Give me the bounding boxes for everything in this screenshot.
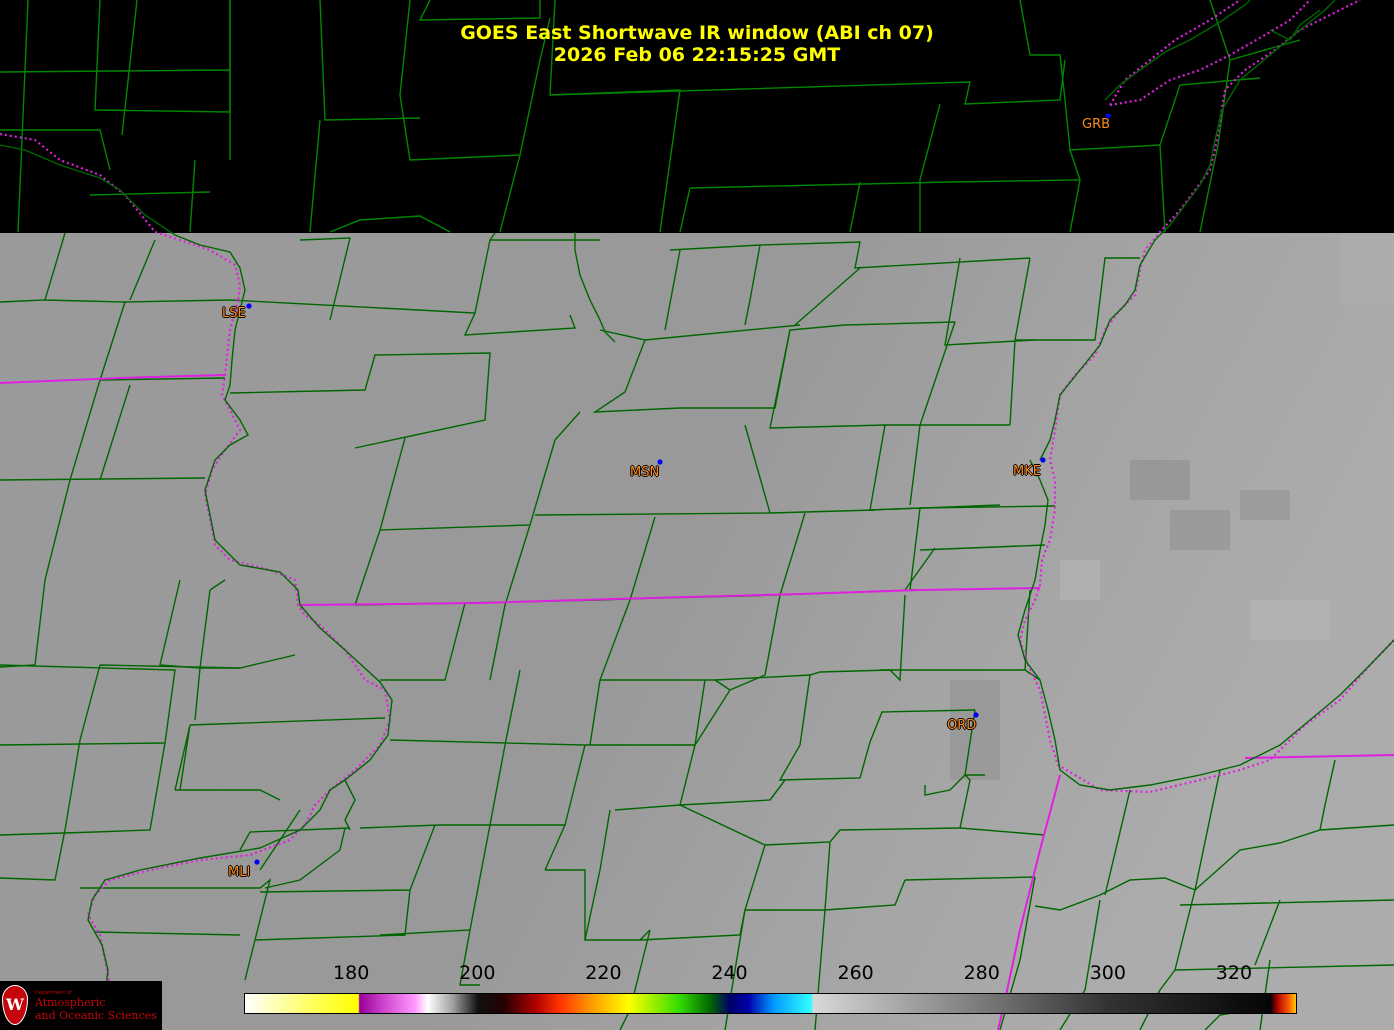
colorbar-tick: 300 (1089, 962, 1126, 984)
colorbar-tick: 200 (459, 962, 496, 984)
colorbar-tick: 260 (837, 962, 874, 984)
station-label-mke: MKE (1013, 464, 1041, 479)
station-label-ord: ORD (947, 718, 977, 733)
uw-seal-icon: W (2, 985, 28, 1025)
station-label-lse: LSE (222, 306, 246, 321)
ir-imagery (0, 233, 1394, 1030)
station-label-grb: GRB (1082, 117, 1111, 132)
station-dot-mke (1040, 457, 1046, 463)
colorbar-tick: 280 (963, 962, 1000, 984)
logo-text-line1: Atmospheric (35, 996, 106, 1009)
temperature-colorbar (244, 993, 1297, 1014)
station-label-msn: MSN (630, 465, 660, 480)
satellite-map (0, 0, 1394, 1030)
station-dot-lse (246, 303, 252, 309)
logo-text-line2: and Oceanic Sciences (35, 1009, 157, 1022)
station-dot-msn (657, 459, 663, 465)
colorbar-tick: 180 (333, 962, 370, 984)
colorbar-tick: 220 (585, 962, 622, 984)
station-dot-mli (254, 859, 260, 865)
station-label-mli: MLI (228, 865, 251, 880)
map-title: GOES East Shortwave IR window (ABI ch 07… (460, 22, 934, 44)
map-timestamp: 2026 Feb 06 22:15:25 GMT (553, 44, 841, 66)
aos-logo: W Department of Atmospheric and Oceanic … (0, 981, 162, 1030)
colorbar-tick: 240 (711, 962, 748, 984)
satellite-viewer: GOES East Shortwave IR window (ABI ch 07… (0, 0, 1394, 1030)
station-dot-ord (973, 712, 979, 718)
colorbar-tick: 320 (1215, 962, 1253, 984)
